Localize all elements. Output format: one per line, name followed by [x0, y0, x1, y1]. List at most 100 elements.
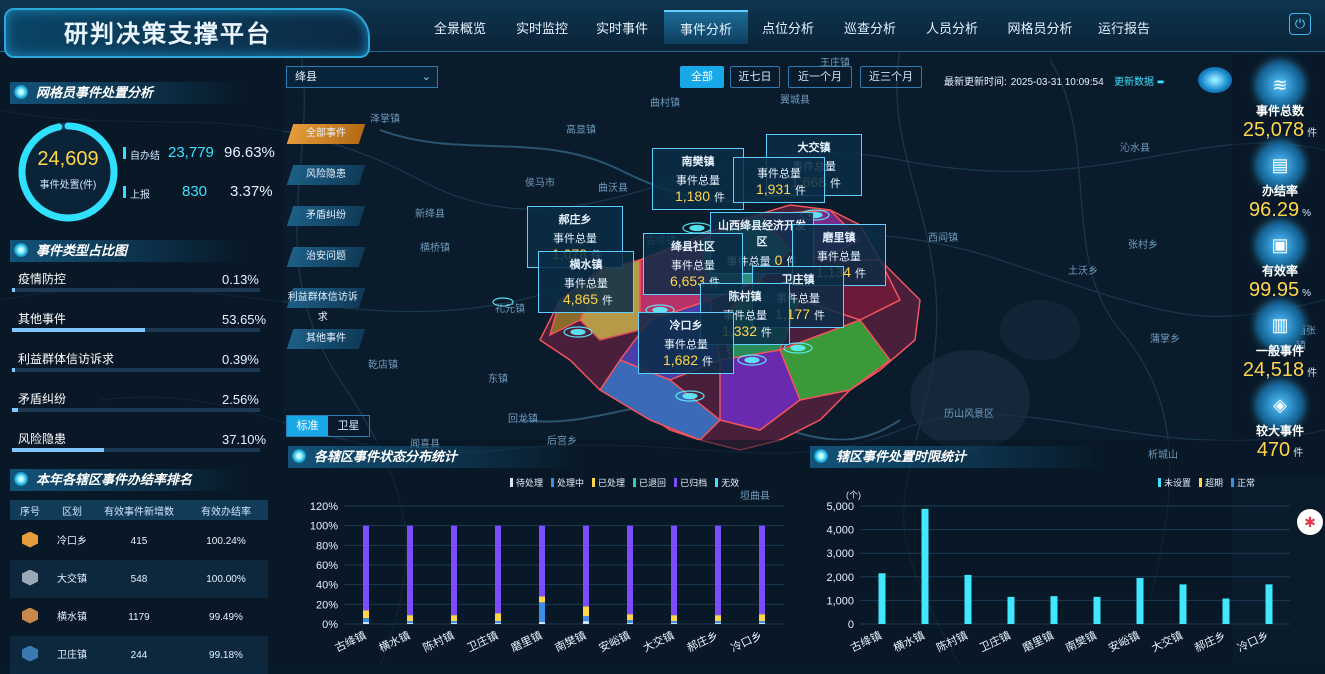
- col-area: 区划: [62, 506, 82, 518]
- table-row[interactable]: 大交镇 548 100.00%: [10, 560, 268, 598]
- table-row[interactable]: 横水镇 1179 99.49%: [10, 598, 268, 636]
- stat-label: 较大事件: [1255, 424, 1304, 438]
- category-button[interactable]: 风险隐患: [286, 165, 366, 185]
- col-rate: 有效办结率: [201, 506, 251, 518]
- bar-segment: [451, 525, 457, 616]
- category-button[interactable]: 治安问题: [286, 247, 366, 267]
- map-place-label: 翼城县: [780, 95, 810, 106]
- bar-segment: [715, 623, 721, 624]
- map-popup[interactable]: 横水镇 事件总量4,865 件: [538, 251, 634, 313]
- bar-segment: [627, 620, 633, 624]
- rank-area: 卫庄镇: [57, 649, 87, 661]
- x-tick-label: 郝庄乡: [1192, 628, 1228, 655]
- popup-area-name: 绛县社区: [671, 241, 715, 253]
- nav-item-3[interactable]: 事件分析: [664, 10, 748, 44]
- bar-segment: [539, 596, 545, 603]
- nav-item-6[interactable]: 人员分析: [914, 10, 990, 44]
- event-type-label: 其他事件: [18, 312, 67, 326]
- ranking-header: 本年各辖区事件办结率排名: [10, 469, 270, 491]
- rank-rate: 99.18%: [209, 649, 243, 661]
- assistant-float-icon[interactable]: ✱: [1297, 509, 1323, 535]
- event-type-label: 风险隐患: [18, 432, 67, 446]
- popup-unit: 件: [814, 310, 826, 322]
- legend-label: 超期: [1205, 478, 1224, 488]
- col-count: 有效事件新增数: [104, 506, 174, 518]
- bar-segment: [759, 623, 765, 624]
- update-time: 2025-03-31 10:09:54: [1010, 77, 1104, 88]
- category-button[interactable]: 其他事件: [286, 329, 366, 349]
- time-filter-button[interactable]: 近七日: [730, 66, 780, 88]
- table-row[interactable]: 卫庄镇 244 99.18%: [10, 636, 268, 674]
- popup-count-value: 1,682: [662, 352, 699, 368]
- time-filter-button[interactable]: 全部: [680, 66, 724, 88]
- event-type-label: 矛盾纠纷: [18, 392, 67, 406]
- legend-swatch: [592, 478, 596, 487]
- bar-segment: [627, 525, 633, 615]
- popup-unit: 件: [795, 185, 807, 197]
- event-type-bar-fill: [12, 448, 104, 452]
- x-tick-label: 陈村镇: [420, 628, 456, 655]
- nav-item-2[interactable]: 实时事件: [586, 10, 658, 44]
- bar-segment: [495, 525, 501, 614]
- event-type-bar-fill: [12, 288, 15, 292]
- map-place-label: 曲沃县: [598, 183, 628, 194]
- handling-ring-chart: [18, 122, 118, 222]
- nav-item-4[interactable]: 点位分析: [750, 10, 826, 44]
- power-icon[interactable]: ⏻: [1289, 13, 1311, 35]
- table-row[interactable]: 冷口乡 415 100.24%: [10, 522, 268, 560]
- category-button[interactable]: 利益群体信访诉求: [286, 288, 366, 323]
- x-tick-label: 磨里镇: [1020, 628, 1056, 655]
- x-tick-label: 安峪镇: [1106, 628, 1142, 655]
- legend-swatch: [1231, 478, 1235, 487]
- popup-unit: 件: [855, 268, 867, 280]
- popup-area-name: 郝庄乡: [558, 214, 592, 226]
- stat-value: 96.29: [1249, 199, 1300, 221]
- legend-label: 处理中: [557, 478, 585, 488]
- stat-unit: %: [1302, 208, 1311, 219]
- popup-unit: 件: [761, 327, 773, 339]
- x-tick-label: 横水镇: [376, 628, 412, 655]
- event-type-label: 利益群体信访诉求: [18, 352, 115, 366]
- popup-area-name: 南樊镇: [681, 156, 715, 168]
- view-standard-button[interactable]: 标准: [287, 416, 328, 436]
- map-popup[interactable]: 南樊镇 事件总量1,180 件: [652, 148, 744, 210]
- legend-label: 未设置: [1164, 478, 1192, 488]
- map-popup[interactable]: 冷口乡 事件总量1,682 件: [638, 312, 734, 374]
- time-filter-button[interactable]: 近三个月: [860, 66, 922, 88]
- map-place-label: 沁水县: [1120, 143, 1150, 154]
- col-rank: 序号: [20, 506, 40, 518]
- legend-label: 无效: [721, 478, 740, 488]
- nav-item-5[interactable]: 巡查分析: [832, 10, 908, 44]
- x-tick-label: 古绛镇: [848, 628, 884, 655]
- nav-item-0[interactable]: 全景概览: [420, 10, 500, 44]
- map-place-label: 后宫乡: [547, 436, 577, 447]
- event-type-pct: 37.10%: [222, 432, 267, 447]
- map-place-label: 横桥镇: [420, 243, 450, 254]
- refresh-label: 更新数据: [1114, 77, 1154, 88]
- stat-unit: 件: [1307, 128, 1318, 139]
- map-place-label: 礼元镇: [495, 304, 525, 315]
- time-chart-legend: 未设置 超期 正常: [1158, 476, 1263, 489]
- rank-medal-icon: [10, 607, 50, 627]
- event-type-pct: 2.56%: [222, 392, 259, 407]
- rank-count: 1179: [128, 611, 150, 623]
- nav-item-8[interactable]: 运行报告: [1088, 10, 1160, 44]
- y-tick-label: 4,000: [826, 525, 854, 537]
- county-select[interactable]: 绛县 ⌄: [286, 66, 438, 88]
- legend-label: 已退回: [639, 478, 667, 488]
- event-type-bar-track: [12, 368, 260, 372]
- popup-unit: 件: [702, 356, 714, 368]
- view-satellite-button[interactable]: 卫星: [328, 416, 369, 436]
- map-layer-icon[interactable]: [1198, 67, 1232, 93]
- nav-item-7[interactable]: 网格员分析: [998, 10, 1082, 44]
- y-tick-label: 2,000: [826, 572, 854, 584]
- refresh-button[interactable]: 更新数据 ➨: [1114, 73, 1165, 88]
- x-tick-label: 安峪镇: [596, 628, 632, 655]
- nav-item-1[interactable]: 实时监控: [504, 10, 580, 44]
- time-filter-button[interactable]: 近一个月: [788, 66, 852, 88]
- category-button[interactable]: 矛盾纠纷: [286, 206, 366, 226]
- event-types-header: 事件类型占比图: [10, 240, 270, 262]
- bar-segment: [495, 613, 501, 622]
- map-popup[interactable]: 事件总量1,931 件: [733, 157, 825, 203]
- category-button[interactable]: 全部事件: [286, 124, 366, 144]
